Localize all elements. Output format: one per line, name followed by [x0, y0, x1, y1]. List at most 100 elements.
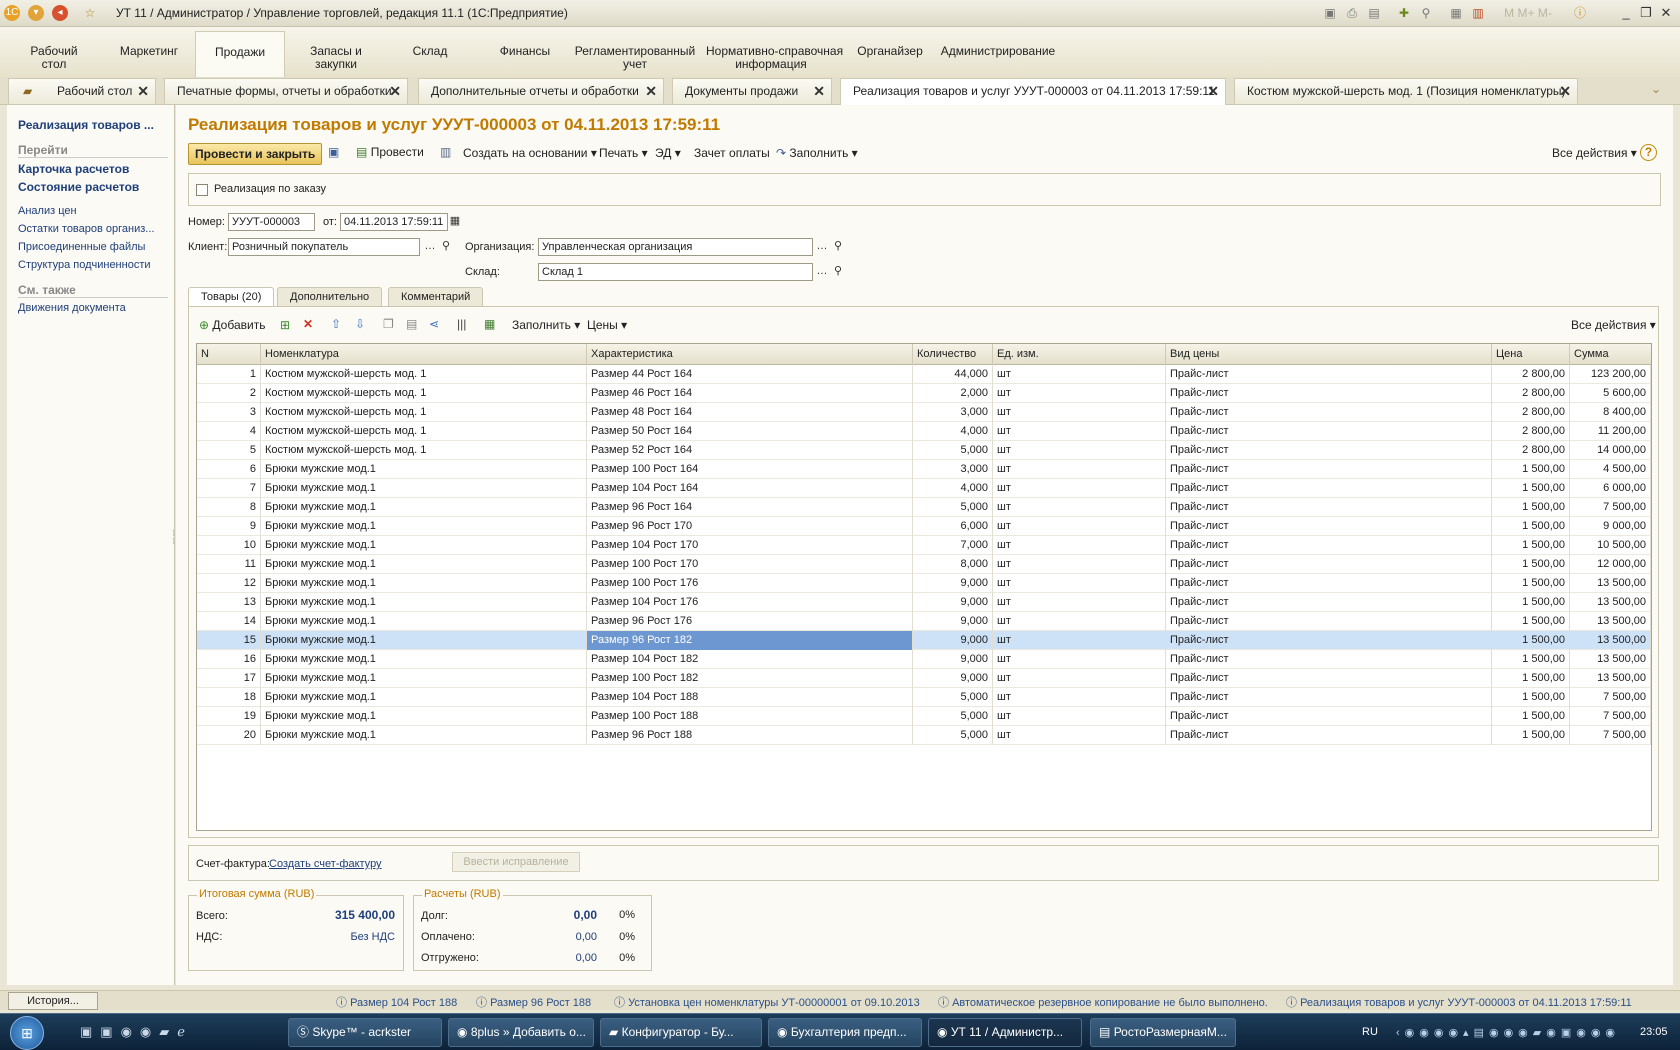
move-up-icon[interactable]: ⇧ [331, 317, 341, 331]
table-cell[interactable]: 13 500,00 [1570, 593, 1651, 612]
copy-icon[interactable]: ❐ [383, 317, 394, 331]
table-cell[interactable]: Прайс-лист [1166, 726, 1492, 745]
table-row[interactable]: 14 Брюки мужские мод.1 Размер 96 Рост 176 9… [197, 612, 1651, 631]
table-cell[interactable]: Брюки мужские мод.1 [261, 460, 587, 479]
tab-extra-reports[interactable]: Дополнительные отчеты и обработки ✕ [418, 78, 664, 104]
table-cell[interactable]: Прайс-лист [1166, 384, 1492, 403]
table-cell[interactable]: 9 [197, 517, 261, 536]
table-cell[interactable]: Размер 104 Рост 188 [587, 688, 913, 707]
table-cell[interactable]: Костюм мужской-шерсть мод. 1 [261, 403, 587, 422]
section-reference[interactable]: Нормативно-справочная информация [706, 45, 843, 71]
table-cell[interactable]: Прайс-лист [1166, 688, 1492, 707]
table-cell[interactable]: 19 [197, 707, 261, 726]
table-row[interactable]: 11 Брюки мужские мод.1 Размер 100 Рост 170… [197, 555, 1651, 574]
table-cell[interactable]: Размер 96 Рост 182 [587, 631, 913, 650]
table-cell[interactable]: 7 500,00 [1570, 726, 1651, 745]
table-cell[interactable]: 123 200,00 [1570, 365, 1651, 384]
create-invoice-link[interactable]: Создать счет-фактуру [269, 858, 382, 870]
table-cell[interactable]: шт [993, 726, 1166, 745]
table-cell[interactable]: Брюки мужские мод.1 [261, 612, 587, 631]
table-cell[interactable]: Прайс-лист [1166, 365, 1492, 384]
section-marketing[interactable]: Маркетинг [114, 45, 184, 58]
app-logo-icon[interactable]: 1С [4, 5, 20, 21]
table-cell[interactable]: 8 [197, 498, 261, 517]
nav-stock-balance[interactable]: Остатки товаров организ... [18, 223, 154, 235]
table-cell[interactable]: 1 500,00 [1492, 726, 1570, 745]
table-cell[interactable]: 2,000 [913, 384, 993, 403]
table-row[interactable]: 16 Брюки мужские мод.1 Размер 104 Рост 182… [197, 650, 1651, 669]
table-cell[interactable]: 2 800,00 [1492, 384, 1570, 403]
table-cell[interactable]: Брюки мужские мод.1 [261, 555, 587, 574]
section-admin[interactable]: Администрирование [940, 45, 1056, 58]
section-desktop[interactable]: Рабочий стол [20, 45, 88, 71]
warehouse-open-icon[interactable]: ⚲ [830, 263, 846, 281]
table-cell[interactable]: 10 [197, 536, 261, 555]
table-cell[interactable]: 1 500,00 [1492, 498, 1570, 517]
client-select-button[interactable]: … [422, 238, 438, 256]
clock[interactable]: 23:05 [1640, 1026, 1668, 1038]
memory-buttons-icon[interactable]: M M+ M- [1498, 5, 1558, 21]
table-cell[interactable]: 1 500,00 [1492, 555, 1570, 574]
create-based-on-button[interactable]: Создать на основании ▾ [463, 146, 597, 160]
table-cell[interactable]: Брюки мужские мод.1 [261, 688, 587, 707]
table-cell[interactable]: шт [993, 650, 1166, 669]
status-message[interactable]: ⓘ Автоматическое резервное копирование н… [938, 994, 1268, 1010]
client-open-icon[interactable]: ⚲ [438, 238, 454, 256]
table-row[interactable]: 12 Брюки мужские мод.1 Размер 100 Рост 176… [197, 574, 1651, 593]
table-cell[interactable]: 9,000 [913, 631, 993, 650]
table-cell[interactable]: 9,000 [913, 669, 993, 688]
table-cell[interactable]: шт [993, 631, 1166, 650]
date-field[interactable]: 04.11.2013 17:59:11 [340, 213, 448, 231]
nav-subordination[interactable]: Структура подчиненности [18, 259, 151, 271]
table-cell[interactable]: 3,000 [913, 460, 993, 479]
table-cell[interactable]: 2 800,00 [1492, 403, 1570, 422]
org-select-button[interactable]: … [814, 238, 830, 256]
table-cell[interactable]: 20 [197, 726, 261, 745]
favorites-star-icon[interactable]: ☆ [82, 5, 98, 21]
table-row[interactable]: 4 Костюм мужской-шерсть мод. 1 Размер 50 Р… [197, 422, 1651, 441]
calculator-icon[interactable]: ▦ [1448, 5, 1464, 21]
calendar-picker-icon[interactable]: ▦ [447, 213, 463, 231]
section-stock[interactable]: Запасы и закупки [296, 45, 376, 71]
info-icon[interactable]: ⓘ [1572, 5, 1588, 21]
table-cell[interactable]: Брюки мужские мод.1 [261, 517, 587, 536]
table-row[interactable]: 9 Брюки мужские мод.1 Размер 96 Рост 170 6,… [197, 517, 1651, 536]
table-cell[interactable]: 5,000 [913, 688, 993, 707]
table-row[interactable]: 6 Брюки мужские мод.1 Размер 100 Рост 164 3… [197, 460, 1651, 479]
table-cell[interactable]: шт [993, 612, 1166, 631]
all-actions-button[interactable]: Все действия ▾ [1552, 146, 1637, 160]
save-icon[interactable]: ▣ [1322, 5, 1338, 21]
table-cell[interactable]: 6,000 [913, 517, 993, 536]
table-cell[interactable]: 17 [197, 669, 261, 688]
close-button[interactable]: ✕ [1656, 4, 1676, 22]
table-cell[interactable]: 14 [197, 612, 261, 631]
table-cell[interactable]: шт [993, 517, 1166, 536]
table-cell[interactable]: 5,000 [913, 726, 993, 745]
table-cell[interactable]: 5,000 [913, 441, 993, 460]
goods-table[interactable]: N Номенклатура Характеристика Количество… [172, 343, 1652, 831]
table-cell[interactable]: 18 [197, 688, 261, 707]
table-cell[interactable]: Прайс-лист [1166, 498, 1492, 517]
table-cell[interactable]: 4 [197, 422, 261, 441]
table-cell[interactable]: шт [993, 707, 1166, 726]
table-cell[interactable]: 13 500,00 [1570, 631, 1651, 650]
table-cell[interactable]: Размер 104 Рост 176 [587, 593, 913, 612]
table-cell[interactable]: Прайс-лист [1166, 555, 1492, 574]
quick-launch-icons[interactable]: ▣▣◉◉▰ℯ [80, 1024, 193, 1040]
table-cell[interactable]: Прайс-лист [1166, 422, 1492, 441]
tab-product-card[interactable]: Костюм мужской-шерсть мод. 1 (Позиция но… [1234, 78, 1578, 104]
table-cell[interactable]: Костюм мужской-шерсть мод. 1 [261, 422, 587, 441]
table-cell[interactable]: 7 500,00 [1570, 707, 1651, 726]
table-cell[interactable]: Брюки мужские мод.1 [261, 631, 587, 650]
table-cell[interactable]: Брюки мужские мод.1 [261, 669, 587, 688]
table-cell[interactable]: Прайс-лист [1166, 403, 1492, 422]
table-cell[interactable]: 6 000,00 [1570, 479, 1651, 498]
table-cell[interactable]: Размер 100 Рост 170 [587, 555, 913, 574]
table-cell[interactable]: Размер 52 Рост 164 [587, 441, 913, 460]
maximize-button[interactable]: ❐ [1636, 4, 1656, 22]
tab-additional[interactable]: Дополнительно [277, 287, 383, 307]
section-finance[interactable]: Финансы [490, 45, 560, 58]
tab-sale-document[interactable]: Реализация товаров и услуг УУУТ-000003 о… [840, 78, 1226, 106]
print-icon[interactable]: ⎙ [1344, 5, 1360, 21]
column-header[interactable]: Вид цены [1166, 344, 1492, 365]
